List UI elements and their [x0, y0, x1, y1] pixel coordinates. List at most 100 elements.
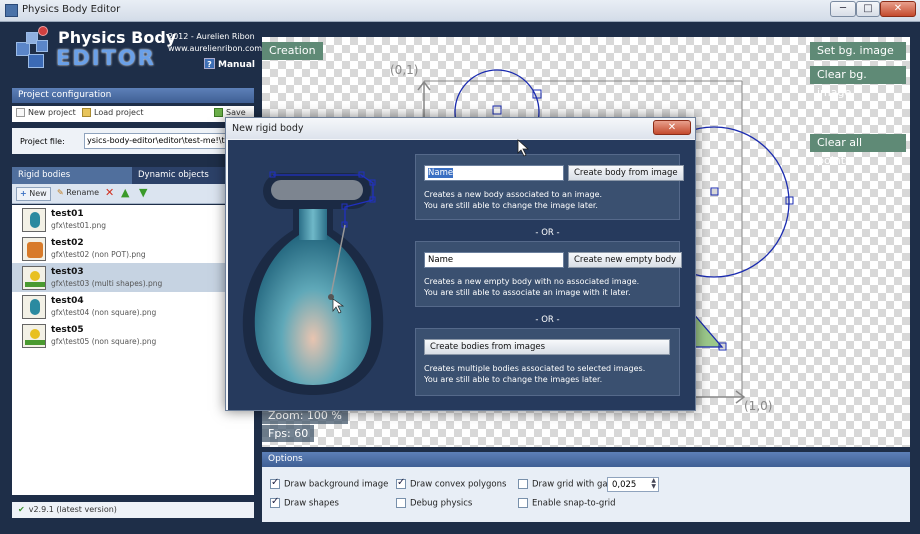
- title-bar: Physics Body Editor ─ □ ✕: [0, 0, 920, 22]
- snap-grid-checkbox[interactable]: [518, 498, 528, 508]
- option2-desc-line2: You are still able to associate an image…: [424, 288, 631, 297]
- option-from-images: Create bodies from images Creates multip…: [415, 328, 680, 396]
- version-text: v2.9.1 (latest version): [28, 505, 117, 514]
- draw-grid-label: Draw grid with gap: [532, 479, 613, 490]
- spinner-arrows-icon[interactable]: ▲ ▼: [651, 478, 656, 490]
- create-body-from-image-button[interactable]: Create body from image: [568, 165, 684, 181]
- option1-desc-line2: You are still able to change the image l…: [424, 201, 598, 210]
- draw-shapes-option[interactable]: Draw shapes: [270, 496, 339, 509]
- delete-body-button[interactable]: ✕: [102, 187, 117, 201]
- grid-gap-spinner[interactable]: 0,025 ▲ ▼: [607, 477, 659, 492]
- load-project-label: Load project: [94, 108, 144, 117]
- dialog-close-button[interactable]: ✕: [653, 120, 691, 135]
- body-path: gfx\test01.png: [51, 221, 106, 230]
- move-up-button[interactable]: ▲: [118, 187, 132, 201]
- draw-convex-label: Draw convex polygons: [410, 479, 507, 490]
- project-file-row: Project file: ysics-body-editor\editor\t…: [12, 128, 254, 154]
- body-thumbnail: [22, 208, 46, 232]
- rigid-body-list: test01 gfx\test01.png test02 gfx\test02 …: [12, 205, 254, 495]
- mouse-cursor-icon: [517, 139, 529, 157]
- body-thumbnail: [22, 237, 46, 261]
- options-header: Options: [262, 452, 910, 467]
- draw-convex-checkbox[interactable]: [396, 477, 406, 489]
- body-name: test01: [51, 209, 84, 219]
- help-icon: ?: [204, 58, 215, 69]
- new-project-label: New project: [28, 108, 76, 117]
- option3-description: Creates multiple bodies associated to se…: [424, 363, 645, 385]
- draw-grid-option[interactable]: Draw grid with gap: [518, 479, 613, 490]
- body-name: test05: [51, 325, 84, 335]
- option3-desc-line2: You are still able to change the images …: [424, 375, 603, 384]
- shape-vertex[interactable]: [492, 105, 502, 115]
- or-separator: - OR -: [535, 315, 560, 325]
- minimize-button[interactable]: ─: [830, 1, 856, 17]
- debug-physics-option[interactable]: Debug physics: [396, 498, 472, 509]
- create-bodies-from-images-button[interactable]: Create bodies from images: [424, 339, 670, 355]
- new-file-icon: [16, 108, 25, 117]
- arrow-up-icon: ▲: [121, 186, 130, 199]
- body-tabs: Rigid bodies Dynamic objects: [12, 167, 254, 184]
- new-project-button[interactable]: New project: [16, 108, 76, 117]
- pencil-icon: ✎: [57, 188, 64, 197]
- draw-grid-checkbox[interactable]: [518, 479, 528, 489]
- body-name-input-value: Name: [428, 168, 454, 178]
- list-item[interactable]: test02 gfx\test02 (non POT).png: [12, 234, 254, 263]
- new-body-button[interactable]: + New: [16, 187, 51, 201]
- mode-creation-button[interactable]: Creation: [262, 42, 323, 60]
- debug-physics-label: Debug physics: [410, 498, 473, 509]
- fps-indicator: Fps: 60: [262, 425, 315, 442]
- dialog-title: New rigid body: [226, 118, 695, 139]
- check-icon: ✔: [18, 505, 25, 514]
- body-thumbnail: [22, 295, 46, 319]
- create-empty-body-button[interactable]: Create new empty body: [568, 252, 683, 268]
- close-button[interactable]: ✕: [880, 1, 916, 17]
- draw-bg-checkbox[interactable]: [270, 477, 280, 489]
- body-name: test02: [51, 238, 84, 248]
- option1-description: Creates a new body associated to an imag…: [424, 189, 602, 211]
- body-path: gfx\test05 (non square).png: [51, 337, 157, 346]
- empty-body-name-input[interactable]: Name: [424, 252, 564, 268]
- folder-icon: [82, 108, 91, 117]
- draw-shapes-label: Draw shapes: [284, 498, 339, 509]
- logo-credit: 2012 - Aurelien Ribon www.aurelienribon.…: [168, 31, 262, 55]
- body-path: gfx\test02 (non POT).png: [51, 250, 146, 259]
- clear-all-points-button[interactable]: Clear all points: [810, 134, 906, 167]
- list-item[interactable]: test03 gfx\test03 (multi shapes).png: [12, 263, 254, 292]
- body-path: gfx\test04 (non square).png: [51, 308, 157, 317]
- body-thumbnail: [22, 324, 46, 348]
- save-label: Save: [226, 108, 246, 117]
- load-project-button[interactable]: Load project: [82, 108, 144, 117]
- save-icon: [214, 108, 223, 117]
- maximize-button[interactable]: □: [856, 1, 880, 17]
- shape-vertex[interactable]: [710, 187, 719, 196]
- option-from-image: Name Create body from image Creates a ne…: [415, 154, 684, 220]
- option1-desc-line1: Creates a new body associated to an imag…: [424, 190, 603, 199]
- draw-shapes-checkbox[interactable]: [270, 496, 280, 508]
- list-item[interactable]: test05 gfx\test05 (non square).png: [12, 321, 254, 350]
- rename-body-button[interactable]: ✎ Rename: [54, 187, 102, 201]
- list-item[interactable]: test04 gfx\test04 (non square).png: [12, 292, 254, 321]
- save-project-button[interactable]: Save: [214, 108, 246, 117]
- list-item[interactable]: test01 gfx\test01.png: [12, 205, 254, 234]
- flask-preview-image: [242, 171, 384, 395]
- draw-bg-option[interactable]: Draw background image: [270, 477, 388, 490]
- arrow-down-icon: ▼: [139, 186, 148, 199]
- body-name-input[interactable]: Name: [424, 165, 564, 181]
- manual-link[interactable]: ? Manual: [204, 58, 255, 70]
- origin-label: (0,1): [390, 63, 419, 77]
- options-panel: Options Draw background image Draw conve…: [262, 452, 910, 522]
- clear-bg-image-button[interactable]: Clear bg. image: [810, 66, 906, 99]
- snap-grid-option[interactable]: Enable snap-to-grid: [518, 498, 616, 509]
- dialog-body: Name Create body from image Creates a ne…: [228, 140, 695, 410]
- draw-convex-option[interactable]: Draw convex polygons: [396, 477, 507, 490]
- logo-title-line2: EDITOR: [56, 46, 156, 70]
- debug-physics-checkbox[interactable]: [396, 498, 406, 508]
- set-bg-image-button[interactable]: Set bg. image: [810, 42, 906, 60]
- logo-title-line1: Physics Body: [58, 28, 177, 47]
- new-body-label: New: [29, 189, 47, 198]
- project-config-header: Project configuration: [12, 88, 254, 103]
- move-down-button[interactable]: ▼: [136, 187, 150, 201]
- snap-grid-label: Enable snap-to-grid: [532, 498, 616, 509]
- tab-rigid-bodies[interactable]: Rigid bodies: [12, 167, 132, 184]
- option2-description: Creates a new empty body with no associa…: [424, 276, 639, 298]
